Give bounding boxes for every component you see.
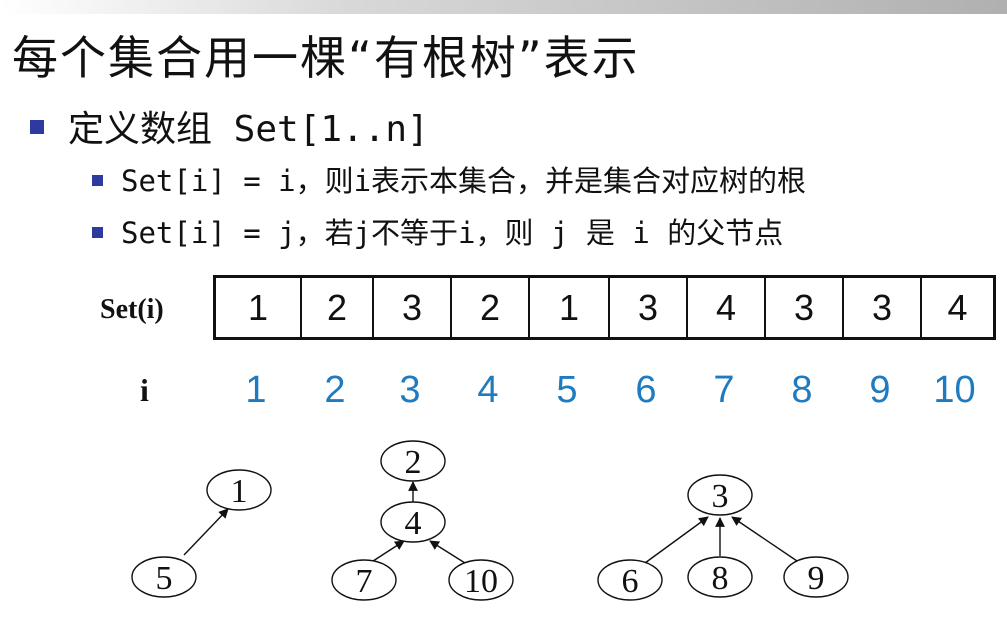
node-label: 1 [231, 473, 248, 510]
array-cell: 4 [688, 278, 766, 337]
array-cell: 1 [530, 278, 610, 337]
node-label: 6 [622, 563, 639, 600]
array-cell: 3 [766, 278, 844, 337]
set-array: 1 2 3 2 1 3 4 3 3 4 [213, 275, 996, 340]
array-cell: 3 [374, 278, 452, 337]
tree-node: 3 [687, 474, 753, 516]
tree-node: 5 [131, 556, 197, 598]
tree-edge [369, 540, 405, 564]
index-number: 8 [791, 368, 813, 411]
node-label: 9 [808, 560, 825, 597]
tree-node: 2 [380, 440, 446, 482]
array-cell: 1 [216, 278, 302, 337]
array-cell: 3 [610, 278, 688, 337]
sub-bullet-2: Set[i] = j，若j不等于i，则 j 是 i 的父节点 [92, 210, 783, 252]
array-cell: 3 [844, 278, 922, 337]
slide-title: 每个集合用一棵“有根树”表示 [12, 31, 640, 85]
square-bullet-icon [92, 174, 103, 186]
node-label: 4 [405, 505, 422, 542]
node-label: 5 [156, 560, 173, 597]
array-cell: 4 [947, 286, 968, 328]
sub-bullet-text: Set[i] = j，若j不等于i，则 j 是 i 的父节点 [121, 216, 784, 250]
node-label: 3 [712, 478, 729, 515]
set-row-label: Set(i) [100, 294, 164, 325]
tree-edge [429, 540, 466, 564]
array-cell: 2 [452, 278, 530, 337]
index-number: 7 [713, 368, 735, 411]
square-bullet-icon [30, 120, 44, 134]
top-gradient-band [0, 0, 1007, 14]
sub-bullet-text: Set[i] = i，则i表示本集合，并是集合对应树的根 [121, 164, 807, 198]
index-number: 9 [869, 368, 891, 411]
tree-node: 1 [206, 469, 272, 511]
tree-edge [644, 516, 709, 564]
tree-node: 10 [448, 559, 514, 601]
main-bullet: 定义数组 Set[1..n] [30, 100, 429, 152]
index-number: 3 [399, 368, 421, 411]
index-number: 1 [245, 368, 267, 411]
square-bullet-icon [92, 226, 103, 238]
index-number: 6 [635, 368, 657, 411]
tree-node: 9 [783, 556, 849, 598]
index-number: 10 [933, 368, 976, 411]
index-row: 1 2 3 4 5 6 7 8 9 10 [213, 365, 996, 415]
tree-node: 4 [380, 501, 446, 543]
index-number: 5 [556, 368, 578, 411]
tree-node: 6 [597, 559, 663, 601]
index-number: 4 [477, 368, 499, 411]
array-cell: 2 [302, 278, 374, 337]
tree-edge [183, 508, 229, 556]
tree-node: 8 [687, 556, 753, 598]
sub-bullet-1: Set[i] = i，则i表示本集合，并是集合对应树的根 [92, 158, 806, 200]
index-number: 2 [324, 368, 346, 411]
node-label: 8 [712, 560, 729, 597]
forest-diagram: 1 5 2 4 7 10 3 6 8 9 [131, 440, 849, 601]
tree-node: 7 [331, 559, 397, 601]
index-row-label: i [140, 372, 149, 408]
node-label: 7 [356, 563, 373, 600]
main-bullet-text: 定义数组 Set[1..n] [68, 109, 429, 150]
node-label: 10 [464, 563, 498, 600]
tree-edge [731, 516, 801, 564]
node-label: 2 [405, 444, 422, 481]
